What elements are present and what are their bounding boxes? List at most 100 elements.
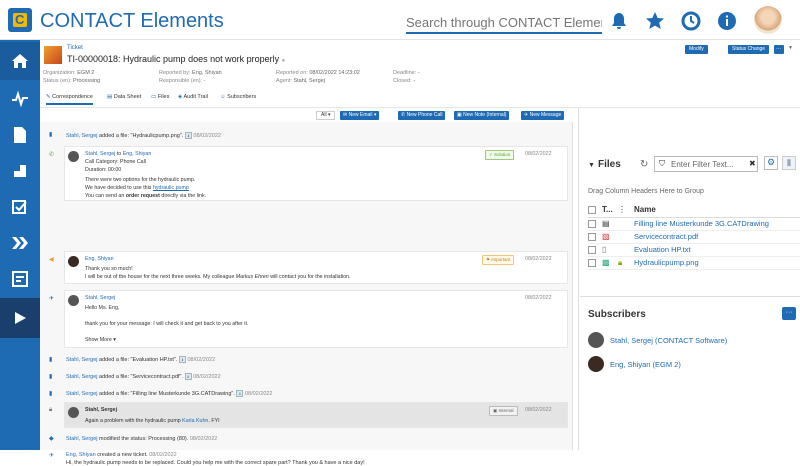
row-checkbox[interactable] <box>588 259 596 267</box>
clear-filter-icon[interactable]: ✖ <box>749 159 756 168</box>
filter-dropdown-label: All <box>321 112 327 118</box>
files-icon: ▭ <box>151 94 157 100</box>
tab-correspondence[interactable]: ✎ Correspondence <box>46 94 93 105</box>
workflow-icon[interactable] <box>0 224 40 262</box>
new-message-button[interactable]: ✈ New Message <box>521 111 565 120</box>
user-avatar[interactable] <box>754 6 782 34</box>
group-hint: Drag Column Headers Here to Group <box>588 188 704 195</box>
file-row[interactable]: ▤ Filling line Musterkunde 3G.CATDrawing <box>588 218 800 231</box>
call-to-link[interactable]: Eng, Shiyan <box>123 151 152 157</box>
download-icon[interactable]: ⭳ <box>184 373 192 380</box>
user-link[interactable]: Stahl, Sergej <box>66 133 98 139</box>
subscribers-more-button[interactable]: ··· <box>782 307 796 320</box>
subscriber-link[interactable]: Stahl, Sergej (CONTACT Software) <box>610 336 727 345</box>
file-name[interactable]: Filling line Musterkunde 3G.CATDrawing <box>634 219 769 228</box>
responsible-label: Responsible (en): <box>159 78 203 84</box>
collapse-files-icon[interactable]: ▼ <box>588 162 595 169</box>
chevron-down-icon[interactable]: ▼ <box>788 45 793 51</box>
field-reported-by: Reported by: Eng, Shiyan <box>159 70 222 76</box>
call-from-link[interactable]: Stahl, Sergej <box>85 151 115 157</box>
star-icon[interactable] <box>644 10 666 32</box>
tab-files-label: Files <box>157 94 170 100</box>
tab-audit-trail[interactable]: ◈ Audit Trail <box>178 94 208 100</box>
phone-call-card[interactable]: Stahl, Sergej to Eng, Shiyan ✓ Solution … <box>64 146 568 201</box>
file-row[interactable]: ▯ Evaluation HP.txt <box>588 244 800 257</box>
document-icon[interactable] <box>0 116 40 154</box>
more-actions-button[interactable]: ··· <box>774 45 784 54</box>
product-structure-icon[interactable] <box>0 152 40 190</box>
important-body-text-c: will contact you for the installation. <box>268 274 351 280</box>
important-badge: ⚑ Important <box>482 255 515 265</box>
call-header: Stahl, Sergej to Eng, Shiyan <box>85 150 151 158</box>
call-body-line1: There were two options for the hydraulic… <box>85 177 196 183</box>
mention-link[interactable]: Karla Kuhn <box>182 418 208 424</box>
row-checkbox[interactable] <box>588 246 596 254</box>
status-change-button[interactable]: Status Change <box>728 45 770 54</box>
hydraulic-pump-link[interactable]: hydraulic pump <box>153 185 189 191</box>
bell-icon[interactable] <box>608 10 630 32</box>
new-phone-call-button[interactable]: ✆ New Phone Call <box>398 111 446 120</box>
modify-button[interactable]: Modify <box>685 45 708 54</box>
app-logo[interactable] <box>8 8 32 32</box>
avatar <box>68 151 79 162</box>
tab-data-sheet[interactable]: ▤ Data Sheet <box>107 94 141 100</box>
show-more-button[interactable]: Show More ▾ <box>85 336 116 344</box>
user-link[interactable]: Stahl, Sergej <box>66 391 98 397</box>
deadline-value: - <box>417 70 420 76</box>
user-link[interactable]: Eng, Shiyan <box>66 452 96 458</box>
new-phone-call-label: New Phone Call <box>406 112 443 118</box>
download-icon[interactable]: ⭳ <box>184 132 192 139</box>
ticket-type[interactable]: Ticket <box>67 45 83 51</box>
file-name[interactable]: Servicecontract.pdf <box>634 232 698 241</box>
tab-files[interactable]: ▭ Files <box>151 94 169 100</box>
avatar <box>68 407 79 418</box>
info-icon[interactable] <box>716 10 738 32</box>
user-link[interactable]: Stahl, Sergej <box>66 357 98 363</box>
right-panel: ▼ Files ↻ ⛉ Enter Filter Text... ✖ ⚙ ▮ D… <box>580 108 800 450</box>
organization-value: EGM 2 <box>77 70 95 76</box>
name-column-header[interactable]: Name <box>634 205 656 214</box>
internal-note-card[interactable]: Stahl, Sergej ▣ Internal 08/02/2022 Agai… <box>64 402 568 428</box>
tab-subscribers[interactable]: ☺ Subscribers <box>220 94 256 100</box>
avatar <box>68 256 79 267</box>
type-column-header[interactable]: T... <box>602 205 613 214</box>
download-icon[interactable]: ⭳ <box>236 390 244 397</box>
download-icon[interactable]: ⭳ <box>178 356 186 363</box>
splitter[interactable] <box>578 108 579 450</box>
dashboard-icon[interactable] <box>0 260 40 298</box>
user-link[interactable]: Stahl, Sergej <box>66 436 98 442</box>
important-message-card[interactable]: Eng, Shiyan ⚑ Important 08/02/2022 Thank… <box>64 251 568 284</box>
play-icon[interactable] <box>0 298 40 338</box>
user-link[interactable]: Stahl, Sergej <box>66 374 98 380</box>
new-note-button[interactable]: ▣ New Note (Internal) <box>454 111 510 120</box>
file-name[interactable]: Evaluation HP.txt <box>634 245 691 254</box>
audit-trail-icon: ◈ <box>178 94 183 100</box>
row-checkbox[interactable] <box>588 233 596 241</box>
file-name[interactable]: Hydraulicpump.png <box>634 258 699 267</box>
file-row[interactable]: ▧ Servicecontract.pdf <box>588 231 800 244</box>
subscriber-link[interactable]: Eng, Shiyan (EGM 2) <box>610 360 681 369</box>
filter-dropdown[interactable]: All ▾ <box>316 111 336 120</box>
activity-icon[interactable] <box>0 80 40 118</box>
refresh-icon[interactable]: ↻ <box>640 159 648 170</box>
drawing-file-icon: ▤ <box>602 219 610 228</box>
section-divider <box>580 296 800 297</box>
important-user-link[interactable]: Eng, Shiyan <box>85 256 114 262</box>
global-search-input[interactable] <box>406 12 602 34</box>
history-icon[interactable] <box>680 10 702 32</box>
reported-on-label: Reported on: <box>276 70 308 76</box>
files-filter-input[interactable]: ⛉ Enter Filter Text... ✖ <box>654 156 758 172</box>
row-checkbox[interactable] <box>588 220 596 228</box>
new-email-label: New Email <box>348 112 373 118</box>
settings-gear-icon[interactable]: ⚙ <box>764 156 778 170</box>
column-menu-icon[interactable]: ⋮ <box>618 205 626 214</box>
file-row[interactable]: ▩ 🔒︎ Hydraulicpump.png <box>588 257 800 270</box>
message-user-link[interactable]: Stahl, Sergej <box>85 295 115 301</box>
reported-by-label: Reported by: <box>159 70 191 76</box>
new-email-button[interactable]: ✉ New Email ▾ <box>340 111 380 120</box>
select-all-checkbox[interactable] <box>588 206 596 214</box>
trash-icon[interactable]: ▮ <box>782 156 796 170</box>
home-icon[interactable] <box>0 42 40 80</box>
message-card[interactable]: Stahl, Sergej 08/02/2022 Hello Ms. Eng, … <box>64 290 568 348</box>
task-icon[interactable] <box>0 188 40 226</box>
